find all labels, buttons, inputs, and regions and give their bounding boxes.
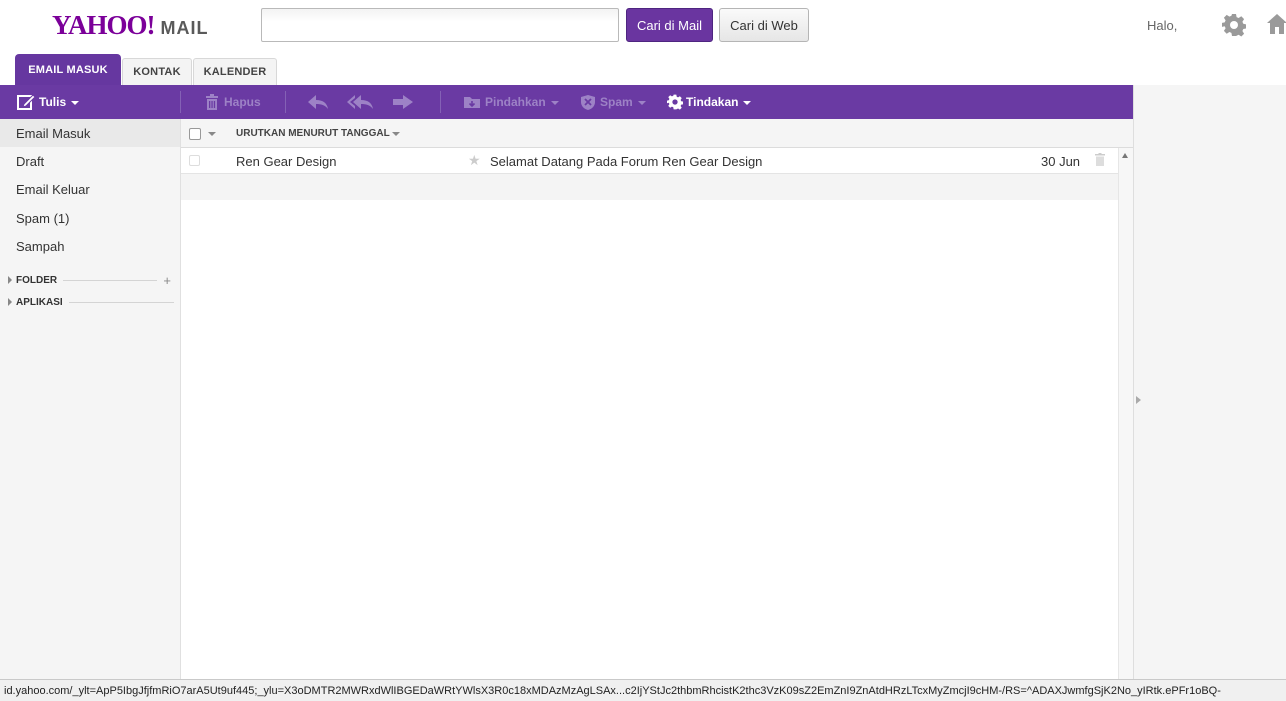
trash-icon[interactable] <box>1095 153 1105 166</box>
greeting-text: Halo, <box>1147 18 1178 33</box>
move-button[interactable]: Pindahkan <box>463 85 559 119</box>
select-all-checkbox[interactable] <box>189 128 201 140</box>
sidebar-item-sampah[interactable]: Sampah <box>0 232 180 260</box>
folder-section-label: FOLDER <box>16 274 58 286</box>
scroll-up-arrow-icon[interactable] <box>1122 153 1128 158</box>
toolbar: Tulis Hapus Pindahkan Spam Tindakan <box>0 85 1133 119</box>
sidebar-section-aplikasi[interactable]: APLIKASI <box>0 294 180 310</box>
header: YAHOO! MAIL Cari di Mail Cari di Web Hal… <box>0 0 1286 54</box>
message-list-header: URUTKAN MENURUT TANGGAL <box>181 119 1133 148</box>
spam-button[interactable]: Spam <box>580 85 646 119</box>
trash-icon <box>206 94 218 110</box>
yahoo-mail-logo[interactable]: YAHOO! MAIL <box>52 10 209 40</box>
sidebar-item-email-keluar[interactable]: Email Keluar <box>0 175 180 203</box>
chevron-down-icon <box>71 101 80 105</box>
compose-icon <box>17 94 36 110</box>
divider <box>68 301 174 303</box>
compose-label: Tulis <box>39 95 67 109</box>
chevron-down-icon <box>550 101 559 105</box>
chevron-down-icon <box>637 101 646 105</box>
row-checkbox[interactable] <box>189 155 200 166</box>
sidebar: Email Masuk Draft Email Keluar Spam (1) … <box>0 119 181 679</box>
gear-icon <box>667 94 683 110</box>
apps-section-label: APLIKASI <box>16 296 63 308</box>
actions-label: Tindakan <box>686 95 739 109</box>
toolbar-divider <box>440 91 441 113</box>
expand-arrow-icon <box>8 276 12 284</box>
search-mail-button[interactable]: Cari di Mail <box>626 8 713 42</box>
forward-icon[interactable] <box>392 94 414 110</box>
divider <box>63 279 158 281</box>
expand-arrow-icon <box>8 298 12 306</box>
email-date: 30 Jun <box>1041 154 1081 169</box>
email-sender: Ren Gear Design <box>236 154 337 169</box>
reply-icon[interactable] <box>307 94 329 110</box>
gear-icon[interactable] <box>1222 13 1246 37</box>
sidebar-item-draft[interactable]: Draft <box>0 147 180 175</box>
tab-email-masuk[interactable]: EMAIL MASUK <box>15 54 121 85</box>
sort-chevron-down-icon[interactable] <box>392 132 400 136</box>
search-web-button[interactable]: Cari di Web <box>719 8 809 42</box>
sidebar-item-spam[interactable]: Spam (1) <box>0 204 180 232</box>
delete-label: Hapus <box>224 95 261 109</box>
toolbar-divider <box>180 91 181 113</box>
select-menu-chevron-icon[interactable] <box>208 132 216 136</box>
logo-yahoo-text: YAHOO! <box>52 10 156 40</box>
toolbar-divider <box>285 91 286 113</box>
spam-shield-icon <box>581 94 595 110</box>
right-side-pane <box>1133 85 1286 679</box>
scrollbar[interactable] <box>1118 148 1133 679</box>
logo-mail-text: MAIL <box>160 18 209 38</box>
tab-kontak[interactable]: KONTAK <box>122 58 192 85</box>
reply-all-icon[interactable] <box>346 94 374 110</box>
message-list: Ren Gear Design ★ Selamat Datang Pada Fo… <box>181 148 1118 679</box>
tab-kalender[interactable]: KALENDER <box>193 58 277 85</box>
delete-button[interactable]: Hapus <box>205 85 261 119</box>
move-label: Pindahkan <box>485 95 546 109</box>
sidebar-item-email-masuk[interactable]: Email Masuk <box>0 119 180 147</box>
spam-label: Spam <box>600 95 633 109</box>
add-folder-icon[interactable]: + <box>163 273 171 288</box>
expand-pane-arrow-icon[interactable] <box>1136 396 1141 404</box>
sidebar-section-folder[interactable]: FOLDER + <box>0 272 180 288</box>
star-icon[interactable]: ★ <box>468 152 481 169</box>
sort-by-date-label[interactable]: URUTKAN MENURUT TANGGAL <box>236 128 390 139</box>
chevron-down-icon <box>743 101 752 105</box>
email-row[interactable]: Ren Gear Design ★ Selamat Datang Pada Fo… <box>181 148 1118 174</box>
compose-button[interactable]: Tulis <box>17 85 80 119</box>
email-subject: Selamat Datang Pada Forum Ren Gear Desig… <box>490 154 763 169</box>
main-tabs: EMAIL MASUK KONTAK KALENDER <box>0 54 1286 85</box>
browser-status-bar: id.yahoo.com/_ylt=ApP5IbgJfjfmRiO7arA5Ut… <box>0 679 1286 701</box>
home-icon[interactable] <box>1266 12 1286 36</box>
list-empty-row <box>181 174 1118 200</box>
actions-button[interactable]: Tindakan <box>667 85 752 119</box>
search-input[interactable] <box>261 8 619 42</box>
move-icon <box>464 97 480 108</box>
